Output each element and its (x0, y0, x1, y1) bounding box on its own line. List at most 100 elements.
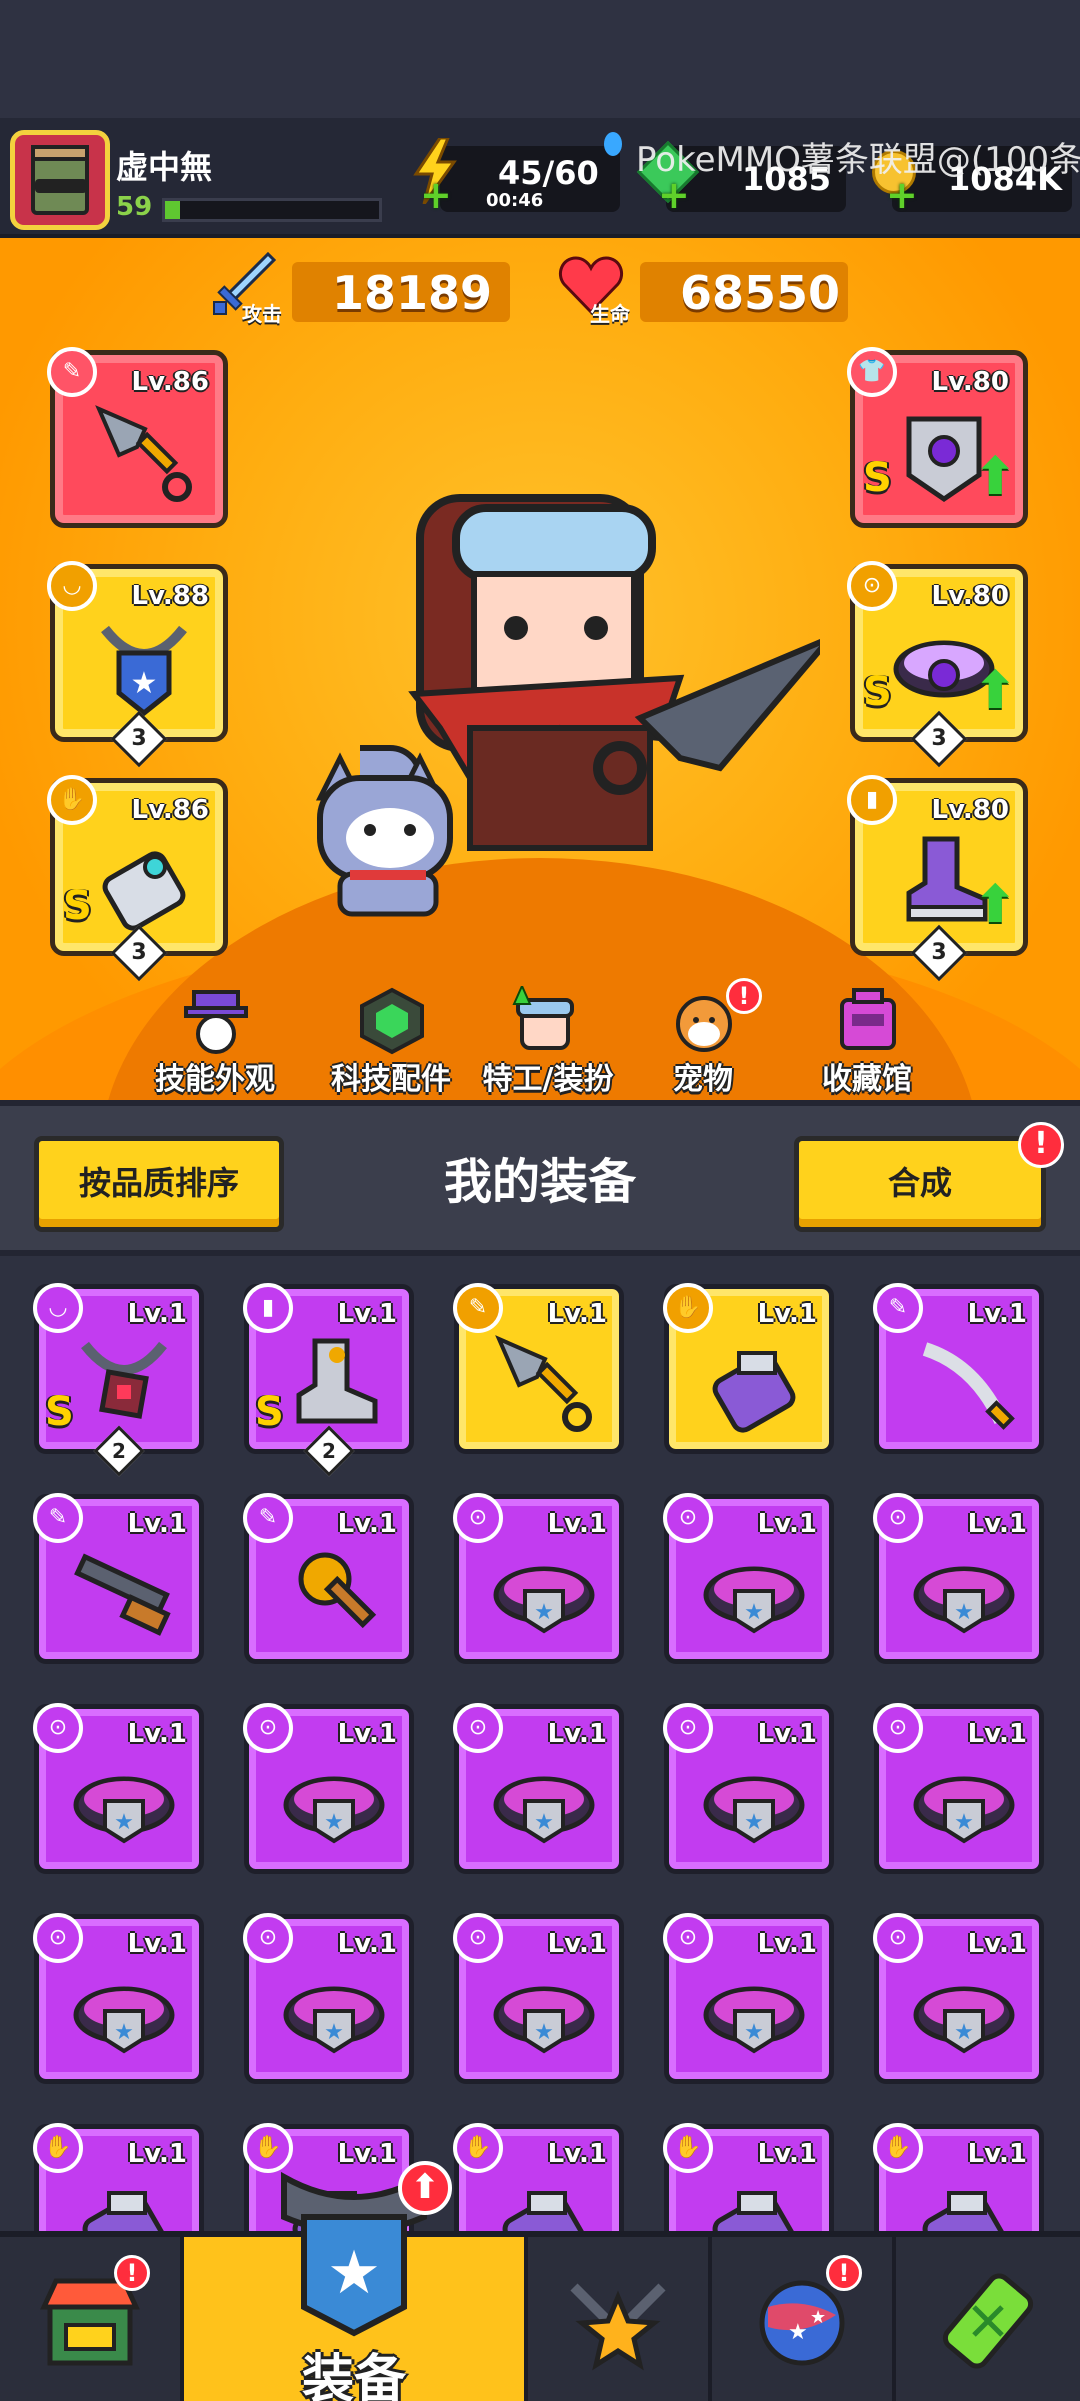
belt-icon: ★ (703, 1776, 805, 1844)
xp-bar (162, 198, 382, 222)
inventory-item[interactable]: ⊙ Lv.1 ★ (873, 1913, 1044, 2084)
notification-badge: ! (826, 2255, 862, 2291)
inventory-item[interactable]: ✎ Lv.1 (33, 1493, 204, 1664)
belt-icon: ★ (703, 1566, 805, 1634)
boots-icon (296, 1338, 378, 1424)
sort-by-quality-button[interactable]: 按品质排序 (34, 1136, 284, 1232)
equip-level: Lv.80 (931, 581, 1009, 611)
svg-text:★: ★ (324, 1810, 344, 1835)
inventory-item[interactable]: ⊙ Lv.1 ★ (873, 1703, 1044, 1874)
equip-slot-boots[interactable]: ▮ Lv.80 ⬆ 3 (847, 775, 1028, 982)
equip-level: Lv.86 (131, 367, 209, 397)
inventory-item[interactable]: ◡ Lv.1 S 2 (33, 1283, 204, 1477)
belt-icon: ★ (73, 1986, 175, 2054)
belt-icon: ★ (913, 1566, 1015, 1634)
merge-button[interactable]: 合成 (794, 1136, 1046, 1232)
grade-s-badge: S (863, 669, 892, 715)
player-avatar[interactable] (10, 130, 110, 230)
agent-icon (512, 986, 574, 1050)
energy-timer: 00:46 (486, 190, 544, 211)
necklace-icon (81, 1341, 167, 1419)
attack-label: 攻击 (242, 302, 282, 326)
inventory-item[interactable]: ⊙ Lv.1 ★ (453, 1493, 624, 1664)
plus-icon: + (886, 173, 918, 217)
nav-planet[interactable]: ★ ★ ! (712, 2237, 896, 2401)
belt-icon: ★ (913, 1776, 1015, 1844)
equip-slot-gloves[interactable]: ✋ Lv.86 S 3 (47, 775, 228, 982)
svg-text:★: ★ (114, 1810, 134, 1835)
page-title: 我的装备 (443, 1154, 636, 1210)
nav-weapons[interactable] (528, 2237, 712, 2401)
tab-collection[interactable]: 收藏馆 (772, 978, 962, 1100)
notification-badge: ! (726, 978, 762, 1014)
skill-skin-icon (184, 990, 248, 1054)
inventory-item[interactable]: ⊙ Lv.1 ★ (243, 1913, 414, 2084)
collection-icon (840, 988, 896, 1050)
tab-pet[interactable]: ! 宠物 (608, 978, 798, 1100)
inventory-item[interactable]: ✎ Lv.1 (873, 1283, 1044, 1454)
boots-type-icon: ▮ (847, 775, 897, 825)
belt-icon: ★ (493, 1566, 595, 1634)
equip-slot-belt[interactable]: ⊙ Lv.80 S ⬆ 3 (847, 561, 1028, 768)
grade-s-badge: S (863, 455, 892, 501)
inventory-item[interactable]: ⊙ Lv.1 ★ (663, 1703, 834, 1874)
svg-text:★: ★ (131, 666, 158, 701)
inventory-item[interactable]: ✋ Lv.1 (873, 2123, 1044, 2231)
equip-level: Lv.86 (131, 795, 209, 825)
xp-bar-fill (165, 201, 180, 219)
tab-label: 收藏馆 (822, 1062, 912, 1097)
belt-icon: ★ (493, 1986, 595, 2054)
armor-type-icon: 👕 (847, 347, 897, 397)
upgrade-arrow-icon: ⬆ (973, 447, 1017, 507)
inventory-item[interactable]: ⊙ Lv.1 ★ (243, 1703, 414, 1874)
inventory-item[interactable]: ⊙ Lv.1 ★ (453, 1913, 624, 2084)
nav-shop[interactable]: ! (0, 2237, 184, 2401)
inventory-item[interactable]: ▮ Lv.1 S 2 (243, 1283, 414, 1477)
equip-slot-weapon[interactable]: ✎ Lv.86 (47, 347, 228, 528)
inventory-item[interactable]: ✋ Lv.1 (663, 1283, 834, 1454)
kunai-icon (95, 405, 192, 502)
glove-type-icon: ✋ (47, 775, 97, 825)
necklace-icon: ★ (101, 625, 187, 717)
tab-skill-skin[interactable]: 技能外观 (120, 978, 310, 1100)
equip-level: Lv.80 (931, 795, 1009, 825)
inventory-item[interactable]: ⊙ Lv.1 ★ (453, 1703, 624, 1874)
inventory-item[interactable]: ⊙ Lv.1 ★ (873, 1493, 1044, 1664)
hero-panel: 攻击 18189 生命 68550 ✎ Lv.86 ◡ Lv.88 ★ 3 ✋ … (0, 238, 1080, 1100)
inventory-item[interactable]: ✋ Lv.1 (453, 2123, 624, 2231)
gauntlet-icon (712, 1351, 796, 1433)
inventory-item[interactable]: ⊙ Lv.1 ★ (663, 1493, 834, 1664)
equip-level: Lv.88 (131, 581, 209, 611)
tab-label: 宠物 (673, 1062, 733, 1097)
star-weapons-icon (570, 2283, 666, 2371)
avatar-hair (31, 145, 89, 161)
necklace-type-icon: ◡ (47, 561, 97, 611)
equip-slot-armor[interactable]: 👕 Lv.80 S ⬆ (847, 347, 1028, 528)
attack-stat: 攻击 18189 (213, 251, 510, 326)
svg-text:★: ★ (534, 1600, 554, 1625)
equip-slot-necklace[interactable]: ◡ Lv.88 ★ 3 (47, 561, 228, 768)
inventory-item[interactable]: ✋ Lv.1 (33, 2123, 204, 2231)
nav-dna[interactable] (896, 2237, 1080, 2401)
tech-part-icon (360, 987, 424, 1055)
svg-text:★: ★ (788, 2320, 808, 2345)
energy-counter[interactable]: + 45/60 00:46 (413, 138, 620, 214)
shotgun-icon (74, 1553, 171, 1636)
grade-s-badge: S (45, 1389, 74, 1435)
inventory-item[interactable]: ⊙ Lv.1 ★ (33, 1703, 204, 1874)
hero-tabs: 技能外观 科技配件 特工/装扮 ! 宠物 收藏馆 (0, 978, 1080, 1100)
plus-icon: + (658, 173, 690, 217)
svg-text:★: ★ (744, 1810, 764, 1835)
hp-label: 生命 (590, 302, 630, 326)
notification-badge: ! (114, 2255, 150, 2291)
inventory-item[interactable]: ✎ Lv.1 (243, 1493, 414, 1664)
inventory-item[interactable]: ⊙ Lv.1 ★ (33, 1913, 204, 2084)
inventory-item[interactable]: ✋ Lv.1 (663, 2123, 834, 2231)
inventory-item[interactable]: ✎ Lv.1 (453, 1283, 624, 1454)
nav-equipment[interactable]: ★ ⬆ 装备 (184, 2161, 528, 2401)
nav-label: 装备 (301, 2350, 406, 2401)
inventory-grid: ◡ Lv.1 S 2 ▮ Lv.1 S 2 ✎ Lv.1 ✋ Lv.1 ✎ Lv.1 ✎ Lv.1 ✎ Lv.1 ⊙… (0, 1256, 1080, 2231)
upgrade-badge: ⬆ (398, 2161, 452, 2215)
inventory-item[interactable]: ⊙ Lv.1 ★ (663, 1913, 834, 2084)
belt-icon: ★ (703, 1986, 805, 2054)
